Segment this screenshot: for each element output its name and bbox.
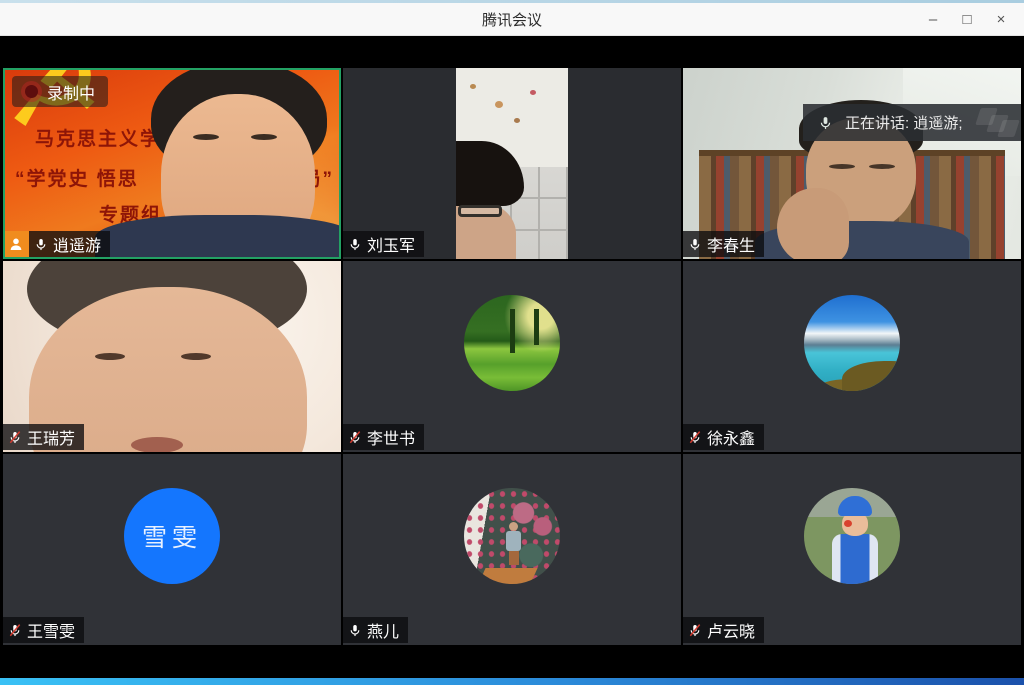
nameplate: 燕儿 [343,617,408,643]
participant-mouth [131,437,183,452]
banner-text-line1-left: 马克思主义学 [35,124,161,151]
tile-lichunsheng[interactable]: 正在讲话: 逍遥游; 李春生 [683,68,1021,259]
speaking-mic-icon [818,114,833,132]
avatar-initials-text: 雪雯 [142,518,202,554]
participant-name: 逍遥游 [53,232,101,256]
speaking-indicator-text: 正在讲话: 逍遥游; [845,112,963,133]
close-button[interactable]: × [984,3,1018,35]
nameplate: 王雪雯 [3,617,84,643]
maximize-button[interactable]: □ [950,3,984,35]
tile-lishishu[interactable]: 李世书 [343,261,681,452]
glasses [458,205,502,217]
hand-on-chin [777,188,849,259]
recording-label: 录制中 [47,80,95,104]
mic-icon [348,622,362,639]
recording-dot-icon [25,85,38,98]
participant-eye [95,353,125,360]
tile-wangxuewen[interactable]: 雪雯 王雪雯 [3,454,341,645]
nameplate: 李世书 [343,424,424,450]
tile-xiaoyaoyou[interactable]: ☭ 马克思主义学 党支部 “学党史 悟思 开新局” 专题组 录制中 [3,68,341,259]
participant-name: 刘玉军 [367,232,415,256]
ceiling-decorations [470,84,476,89]
window-controls: – □ × [916,3,1018,35]
participant-eyebrow [829,164,855,169]
mic-muted-icon [688,622,702,639]
tile-yaner[interactable]: 燕儿 [343,454,681,645]
banner-text-line2-left: “学党史 悟思 [15,164,139,191]
nameplate: 卢云晓 [683,617,764,643]
window-title: 腾讯会议 [482,9,542,30]
avatar-blue-initials: 雪雯 [124,488,220,584]
mic-muted-icon [348,429,362,446]
video-stage: ☭ 马克思主义学 党支部 “学党史 悟思 开新局” 专题组 录制中 [0,36,1024,678]
mic-muted-icon [688,429,702,446]
minimize-button[interactable]: – [916,3,950,35]
nameplate: 徐永鑫 [683,424,764,450]
avatar-graffiti-wall [464,488,560,584]
meeting-logo-watermark-icon [984,108,1017,137]
participant-name: 徐永鑫 [707,425,755,449]
nameplate: 李春生 [683,231,764,257]
participant-name: 王雪雯 [27,618,75,642]
speaker-eye [251,134,277,140]
avatar-green-park [464,295,560,391]
host-person-icon [3,231,29,257]
participant-name: 王瑞芳 [27,425,75,449]
nameplate: 刘玉军 [343,231,424,257]
mic-muted-icon [8,622,22,639]
recording-badge: 录制中 [12,76,108,107]
mic-muted-icon [8,429,22,446]
avatar-mountain-lake [804,295,900,391]
mic-icon [688,236,702,253]
mic-icon [348,236,362,253]
tile-wangruifang[interactable]: 王瑞芳 [3,261,341,452]
participant-eye [181,353,211,360]
participant-name: 卢云晓 [707,618,755,642]
vertical-video [456,68,568,259]
participant-name: 李世书 [367,425,415,449]
title-bar[interactable]: 腾讯会议 – □ × [0,3,1024,36]
avatar-child-blue-cap [804,488,900,584]
window-bottom-accent [0,678,1024,685]
speaker-eye [193,134,219,140]
participant-name: 燕儿 [367,618,399,642]
participant-name: 李春生 [707,232,755,256]
tile-liuyujun[interactable]: 刘玉军 [343,68,681,259]
nameplate: 逍遥游 [3,231,110,257]
participant-eyebrow [869,164,895,169]
nameplate: 王瑞芳 [3,424,84,450]
participant-grid: ☭ 马克思主义学 党支部 “学党史 悟思 开新局” 专题组 录制中 [3,68,1021,645]
speaking-indicator-toast: 正在讲话: 逍遥游; [803,104,1021,141]
tile-luyunxiao[interactable]: 卢云晓 [683,454,1021,645]
meeting-window: 腾讯会议 – □ × ☭ 马克思主义学 党支部 “学党史 悟思 开新局” 专题组 [0,0,1024,685]
tile-xuyongxin[interactable]: 徐永鑫 [683,261,1021,452]
speaker-shirt [95,215,341,259]
mic-icon [34,236,48,253]
avatar-person-figure [506,522,521,568]
